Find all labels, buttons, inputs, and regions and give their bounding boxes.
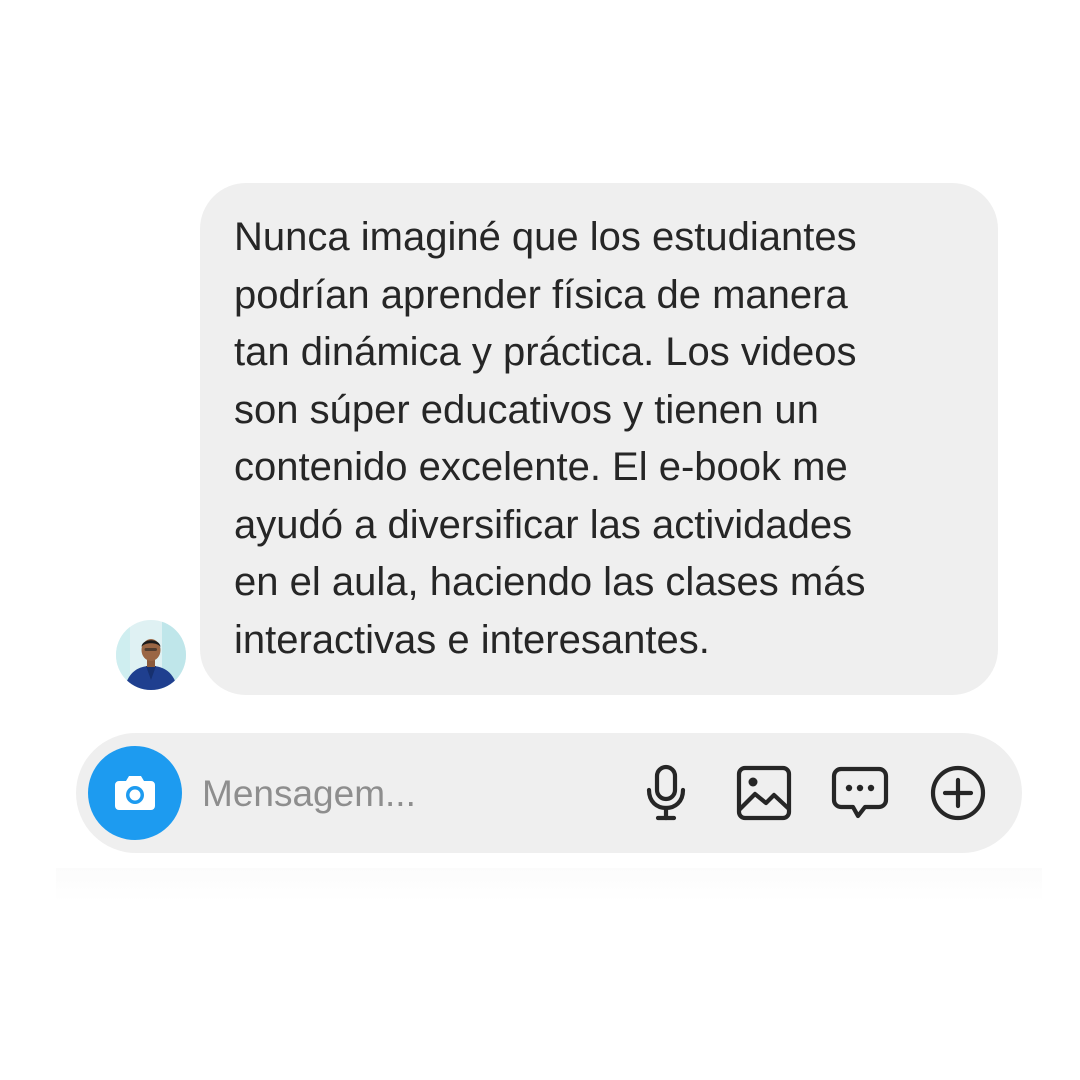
- message-bubble: Nunca imaginé que los estudiantes podría…: [200, 183, 998, 695]
- image-icon: [736, 765, 792, 821]
- message-line: interactivas e interesantes.: [234, 617, 710, 662]
- message-line: ayudó a diversificar las actividades: [234, 502, 853, 547]
- avatar-photo: [116, 620, 186, 690]
- camera-button[interactable]: [88, 746, 182, 840]
- plus-circle-icon: [930, 765, 986, 821]
- message-line: contenido excelente. El e-book me: [234, 445, 848, 489]
- gallery-button[interactable]: [734, 763, 794, 823]
- sticker-message-icon: [831, 766, 889, 819]
- message-line: en el aula, haciendo las clases más: [234, 560, 866, 604]
- message-line: tan dinámica y práctica. Los videos: [234, 330, 857, 374]
- camera-icon: [115, 776, 155, 810]
- microphone-button[interactable]: [636, 763, 696, 823]
- microphone-icon: [646, 764, 686, 821]
- message-line: Nunca imaginé que los estudiantes: [234, 215, 857, 259]
- message-composer: Mensagem...: [76, 733, 1022, 853]
- divider: [56, 868, 1042, 902]
- message-line: son súper educativos y tienen un: [234, 387, 819, 432]
- more-options-button[interactable]: [928, 763, 988, 823]
- message-input[interactable]: Mensagem...: [202, 773, 416, 815]
- avatar[interactable]: [116, 620, 186, 690]
- sticker-button[interactable]: [830, 763, 890, 823]
- message-line: podrían aprender física de manera: [234, 272, 848, 317]
